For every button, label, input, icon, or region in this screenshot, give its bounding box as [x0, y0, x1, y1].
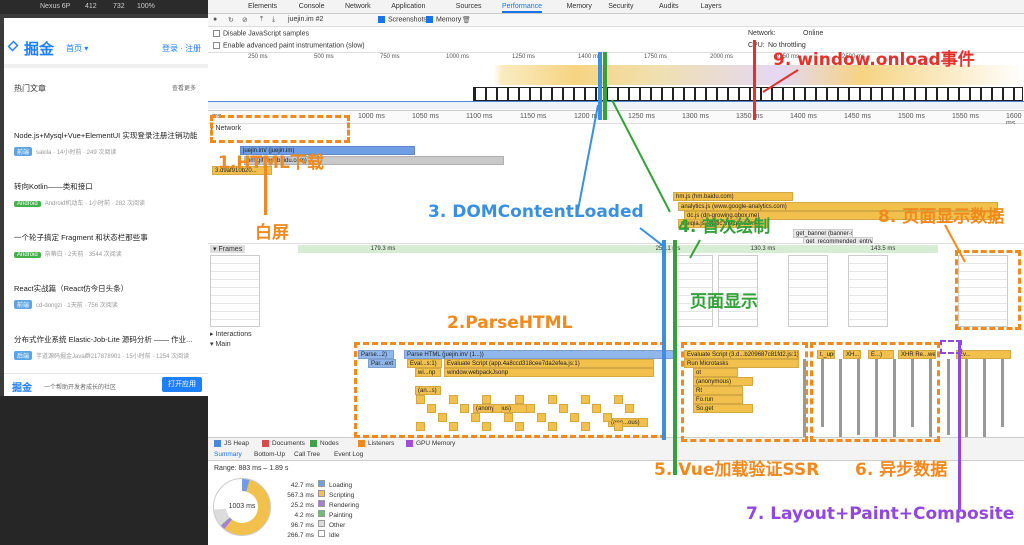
fp-arrow: [611, 99, 671, 213]
annotation-show: 页面显示: [690, 292, 758, 312]
onload-arrow: [762, 69, 799, 93]
annotation-5: 5. Vue加载验证SSR: [654, 460, 820, 480]
annotation-4: 4. 首次绘制: [678, 217, 771, 237]
page-data-arrow: [944, 224, 966, 263]
annotation-8: 8. 页面显示数据: [878, 207, 1005, 227]
annotation-3: 3. DOMContentLoaded: [428, 202, 644, 222]
annotation-6: 6. 异步数据: [855, 460, 948, 480]
dcl-arrow: [577, 104, 599, 211]
annotation-2: 2.ParseHTML: [447, 313, 573, 333]
annotation-white: 白屏: [255, 223, 289, 243]
annotation-9: 9. window.onload事件: [773, 50, 975, 70]
annotation-1: 1.HTML下载: [218, 153, 324, 173]
annotation-7: 7. Layout+Paint+Composite: [746, 504, 1015, 524]
fp-arrow-2: [689, 239, 701, 259]
dcl-arrow-2: [639, 227, 663, 246]
